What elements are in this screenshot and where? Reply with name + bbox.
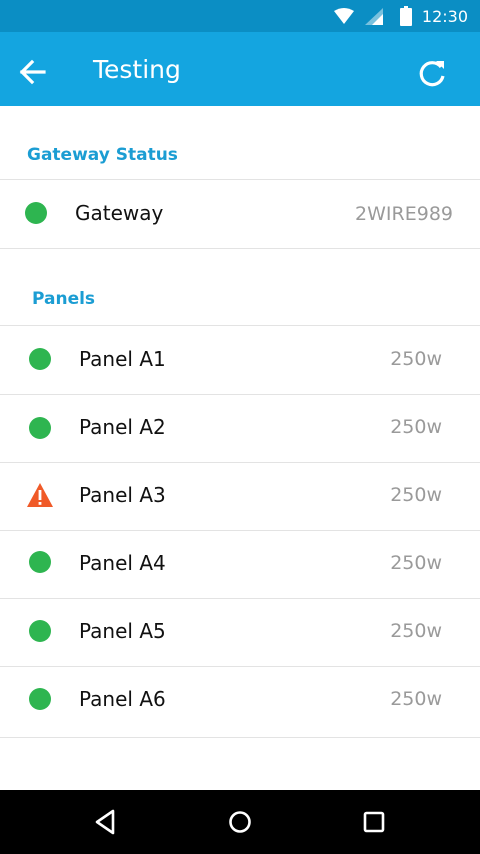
home-circle-icon[interactable]	[224, 806, 256, 838]
panel-power: 250w	[390, 484, 442, 506]
panel-label: Panel A5	[79, 619, 166, 643]
status-ok-icon	[29, 620, 51, 642]
wifi-icon	[334, 8, 354, 24]
panel-row-a2[interactable]: Panel A2 250w	[0, 394, 480, 463]
status-ok-icon	[29, 688, 51, 710]
warning-icon	[27, 483, 53, 507]
status-ok-icon	[29, 551, 51, 573]
section-header-panels: Panels	[32, 289, 96, 309]
panel-row-a6[interactable]: Panel A6 250w	[0, 666, 480, 738]
panel-label: Panel A4	[79, 551, 166, 575]
status-bar: 12:30	[0, 0, 480, 32]
gateway-id: 2WIRE989	[355, 203, 453, 225]
back-triangle-icon[interactable]	[90, 806, 122, 838]
panel-label: Panel A1	[79, 347, 166, 371]
panel-power: 250w	[390, 552, 442, 574]
panel-label: Panel A3	[79, 483, 166, 507]
panel-label: Panel A6	[79, 687, 166, 711]
screen: 12:30 Testing Gateway Status Gateway 2WI…	[0, 0, 480, 854]
panel-power: 250w	[390, 688, 442, 710]
panel-power: 250w	[390, 348, 442, 370]
status-ok-icon	[25, 202, 47, 224]
gateway-label: Gateway	[75, 201, 164, 225]
section-header-gateway: Gateway Status	[27, 145, 178, 165]
app-bar: Testing	[0, 32, 480, 106]
panel-row-a3[interactable]: Panel A3 250w	[0, 462, 480, 531]
battery-icon	[400, 6, 412, 26]
signal-icon	[365, 8, 383, 25]
recents-square-icon[interactable]	[358, 806, 390, 838]
arrow-back-icon[interactable]	[14, 54, 50, 90]
gateway-row[interactable]: Gateway 2WIRE989	[0, 180, 480, 249]
panel-label: Panel A2	[79, 415, 166, 439]
panel-power: 250w	[390, 620, 442, 642]
refresh-icon[interactable]	[414, 56, 450, 92]
panel-row-a4[interactable]: Panel A4 250w	[0, 530, 480, 599]
status-time: 12:30	[421, 7, 468, 26]
panel-row-a1[interactable]: Panel A1 250w	[0, 326, 480, 395]
status-ok-icon	[29, 348, 51, 370]
panel-row-a5[interactable]: Panel A5 250w	[0, 598, 480, 667]
navigation-bar	[0, 790, 480, 854]
status-ok-icon	[29, 417, 51, 439]
page-title: Testing	[93, 55, 181, 84]
panel-power: 250w	[390, 416, 442, 438]
